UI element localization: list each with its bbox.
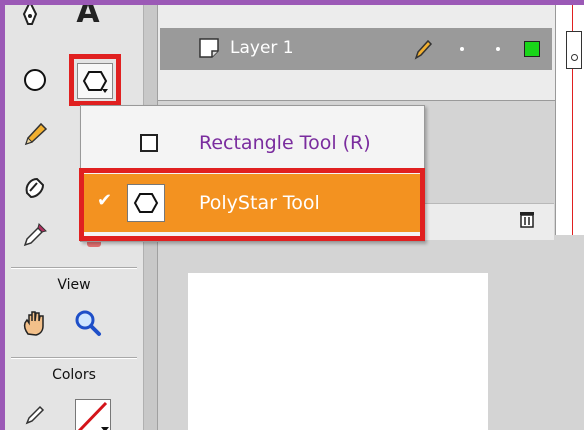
frames-area[interactable] — [555, 5, 584, 235]
layer-page-icon — [198, 37, 220, 63]
pencil-tool-icon[interactable] — [18, 117, 52, 151]
text-tool-icon[interactable]: A — [71, 5, 105, 30]
menu-item-label: Rectangle Tool (R) — [199, 132, 371, 154]
layer-name[interactable]: Layer 1 — [230, 38, 294, 58]
stage-canvas[interactable] — [188, 273, 488, 430]
zoom-tool-icon[interactable] — [71, 306, 105, 340]
eyedropper-tool-icon[interactable] — [18, 217, 52, 251]
tools-divider-highlight — [11, 358, 137, 359]
rectangle-icon — [140, 134, 158, 152]
hand-tool-icon[interactable] — [18, 306, 52, 340]
flash-window: A View Colors Layer 1 Rectangle Tool (R)… — [0, 0, 584, 430]
menu-item-rectangle-tool[interactable]: Rectangle Tool (R) — [81, 114, 424, 172]
colors-section-label: Colors — [52, 367, 96, 383]
view-section-label: View — [57, 277, 91, 293]
edit-pencil-icon — [413, 38, 433, 64]
outline-color-square[interactable] — [524, 41, 540, 57]
tools-divider-highlight — [11, 268, 137, 269]
pen-tool-icon[interactable] — [13, 5, 47, 31]
trash-icon[interactable] — [517, 209, 537, 233]
lock-dot[interactable] — [496, 47, 500, 51]
ink-bottle-tool-icon[interactable] — [18, 170, 52, 204]
polystar-menu-highlight-box — [79, 168, 425, 241]
oval-tool-icon[interactable] — [18, 63, 52, 97]
keyframe[interactable] — [566, 31, 582, 69]
stroke-color-swatch[interactable] — [75, 399, 111, 430]
polystar-highlight-box — [69, 54, 121, 106]
visibility-dot[interactable] — [460, 47, 464, 51]
stroke-color-pencil-icon[interactable] — [18, 397, 52, 430]
